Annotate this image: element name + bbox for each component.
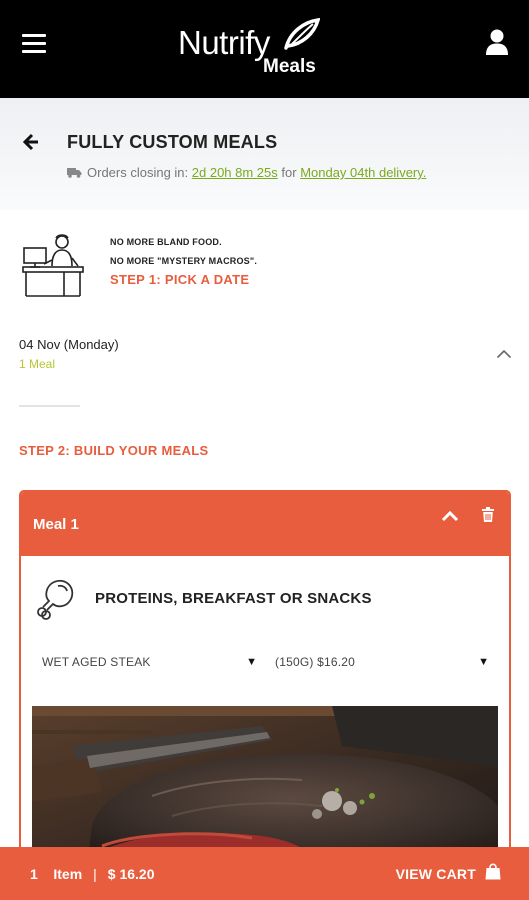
closing-prefix: Orders closing in: [87,165,192,180]
product-select[interactable]: WET AGED STEAK ▼ [42,647,257,677]
chevron-up-icon[interactable] [496,346,512,359]
app-bar: Nutrify Meals [0,0,529,98]
closing-mid-text: for [277,165,301,180]
cart-bar: 1 Item | $ 16.20 VIEW CART [0,847,529,900]
view-cart-label: VIEW CART [395,866,476,882]
meal-card-header[interactable]: Meal 1 [21,492,509,556]
cart-total: $ 16.20 [107,866,155,882]
shopping-bag-icon [485,863,501,885]
brand-logo[interactable]: Nutrify Meals [178,18,328,78]
size-price-select[interactable]: (150G) $16.20 ▼ [275,647,489,677]
meal-count-label: 1 Meal [19,357,56,371]
view-cart-button[interactable]: VIEW CART [396,861,501,887]
product-select-value: WET AGED STEAK [42,655,151,669]
cart-separator: | [93,866,97,882]
steak-photo [32,706,498,866]
intro-line-1: NO MORE BLAND FOOD. [110,237,222,247]
size-price-select-value: (150G) $16.20 [275,655,355,669]
meal-title: Meal 1 [33,516,79,533]
caret-down-icon: ▼ [246,656,257,668]
arrow-left-icon[interactable] [20,132,42,152]
page-title: FULLY CUSTOM MEALS [67,132,278,152]
orders-closing-notice: Orders closing in: 2d 20h 8m 25s for Mon… [67,165,426,181]
chevron-up-icon[interactable] [441,509,459,523]
logo-sub-text: Meals [263,56,316,77]
truck-icon [67,166,82,181]
step-2-heading: STEP 2: BUILD YOUR MEALS [19,443,209,458]
delivery-date-row[interactable]: 04 Nov (Monday) 1 Meal [0,330,529,380]
delivery-date-label: 04 Nov (Monday) [19,337,119,352]
divider [19,405,80,407]
cart-item-label: Item [53,866,83,882]
cart-item-count: 1 [30,866,38,882]
leaf-icon [284,18,320,50]
delivery-day-link[interactable]: Monday 04th delivery. [300,165,426,180]
hamburger-menu-icon[interactable] [22,34,46,54]
trash-icon[interactable] [482,507,494,522]
caret-down-icon: ▼ [478,656,489,668]
desk-illustration [22,232,84,298]
drumstick-icon [34,578,76,622]
meal-card: Meal 1 PROTEINS, BREAKFAST OR SNACKS WET… [19,490,511,870]
logo-main-text: Nutrify [178,24,270,61]
page-header [0,98,529,210]
user-icon[interactable] [485,28,509,56]
closing-countdown-link[interactable]: 2d 20h 8m 25s [192,165,278,180]
cart-summary: 1 Item | $ 16.20 [30,866,155,882]
intro-line-2: NO MORE "MYSTERY MACROS". [110,256,258,266]
category-title: PROTEINS, BREAKFAST OR SNACKS [95,590,372,607]
step-1-heading: STEP 1: PICK A DATE [110,272,250,287]
